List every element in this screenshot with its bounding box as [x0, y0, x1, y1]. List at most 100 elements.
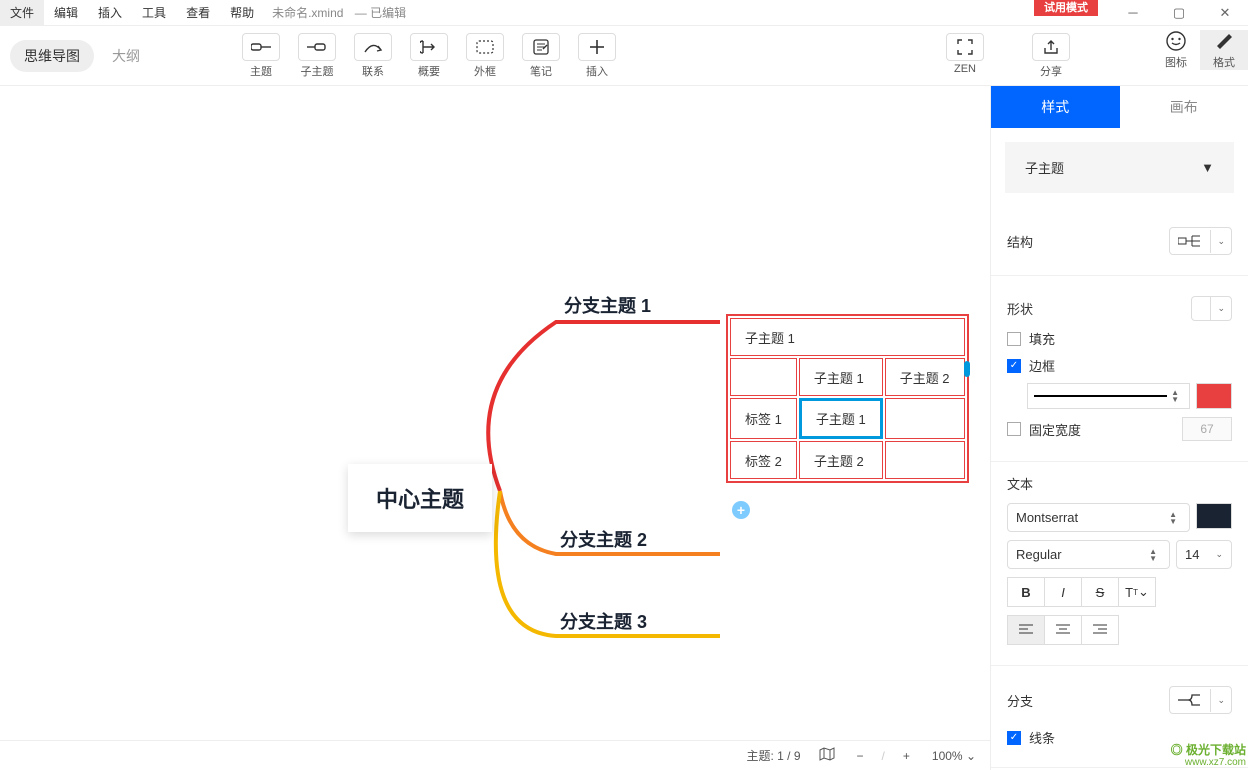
matrix-cell-1-2[interactable]	[885, 398, 965, 439]
topic-icon	[242, 33, 280, 61]
tool-boundary[interactable]: 外框	[458, 33, 512, 79]
document-title: 未命名.xmind — 已编辑	[264, 4, 406, 21]
branch-topic-3[interactable]: 分支主题 3	[560, 608, 647, 634]
zoom-level[interactable]: 100% ⌄	[928, 747, 980, 765]
text-color-swatch[interactable]	[1196, 503, 1232, 529]
text-section-label: 文本	[1007, 474, 1232, 493]
menu-insert[interactable]: 插入	[88, 0, 132, 26]
align-center-button[interactable]	[1044, 615, 1082, 645]
status-bar: 主题: 1 / 9 − / + 100% ⌄	[0, 740, 990, 770]
chevron-down-icon: ⌄	[1210, 230, 1231, 253]
tool-topic[interactable]: 主题	[234, 33, 288, 79]
border-checkbox[interactable]: ✓	[1007, 359, 1021, 373]
sidebar-tab-style[interactable]: 样式	[991, 86, 1120, 128]
bold-button[interactable]: B	[1007, 577, 1045, 607]
add-topic-button[interactable]: +	[732, 501, 750, 519]
zoom-in-button[interactable]: +	[899, 747, 914, 765]
window-minimize[interactable]: ─	[1110, 0, 1156, 26]
branch-topic-1[interactable]: 分支主题 1	[564, 292, 651, 318]
chevron-down-icon: ⌄	[1210, 297, 1231, 320]
tool-share[interactable]: 分享	[1024, 33, 1078, 79]
line-label: 线条	[1029, 728, 1055, 747]
matrix-cell-selected[interactable]: 子主题 1	[799, 398, 883, 439]
tool-marker[interactable]: 图标	[1152, 30, 1200, 70]
menu-help[interactable]: 帮助	[220, 0, 264, 26]
map-view-button[interactable]	[815, 745, 839, 766]
chevron-down-icon: ⌄	[1210, 689, 1231, 712]
tool-subtopic[interactable]: 子主题	[290, 33, 344, 79]
border-label: 边框	[1029, 356, 1055, 375]
structure-selector[interactable]: ⌄	[1169, 227, 1232, 255]
insert-icon	[578, 33, 616, 61]
matrix-cell-2-2[interactable]	[885, 441, 965, 479]
trial-mode-badge: 试用模式	[1034, 0, 1098, 16]
tab-outline[interactable]: 大纲	[98, 40, 154, 72]
font-weight-selector[interactable]: Regular▲▼	[1007, 540, 1170, 569]
sidebar-tab-canvas[interactable]: 画布	[1120, 86, 1248, 128]
menu-tools[interactable]: 工具	[132, 0, 176, 26]
tool-format[interactable]: 格式	[1200, 30, 1248, 70]
fill-label: 填充	[1029, 329, 1055, 348]
matrix-structure[interactable]: 子主题 1 子主题 1 子主题 2 标签 1 子主题 1 标签 2 子主题 2	[726, 314, 969, 483]
window-close[interactable]: ✕	[1202, 0, 1248, 26]
text-case-button[interactable]: TT ⌄	[1118, 577, 1156, 607]
boundary-icon	[466, 33, 504, 61]
shape-selector[interactable]: ⌄	[1191, 296, 1232, 321]
tool-relation[interactable]: 联系	[346, 33, 400, 79]
tool-insert[interactable]: 插入	[570, 33, 624, 79]
border-color-swatch[interactable]	[1196, 383, 1232, 409]
fixed-width-label: 固定宽度	[1029, 420, 1081, 439]
matrix-col-1[interactable]: 子主题 1	[799, 358, 883, 396]
matrix-col-2[interactable]: 子主题 2	[885, 358, 965, 396]
zen-icon	[946, 33, 984, 61]
central-topic[interactable]: 中心主题	[348, 464, 492, 532]
branch-style-selector[interactable]: ⌄	[1169, 686, 1232, 714]
summary-icon	[410, 33, 448, 61]
topic-type-selector[interactable]: 子主题 ▼	[1005, 142, 1234, 193]
format-panel: 样式 画布 子主题 ▼ 结构 ⌄ 形状 ⌄	[990, 86, 1248, 770]
matrix-cell-2-1[interactable]: 子主题 2	[799, 441, 883, 479]
subtopic-icon	[298, 33, 336, 61]
align-right-button[interactable]	[1081, 615, 1119, 645]
matrix-header[interactable]: 子主题 1	[730, 318, 965, 356]
align-left-button[interactable]	[1007, 615, 1045, 645]
doc-state: — 已编辑	[347, 6, 406, 20]
matrix-corner[interactable]	[730, 358, 797, 396]
matrix-row-2-label[interactable]: 标签 2	[730, 441, 797, 479]
italic-button[interactable]: I	[1044, 577, 1082, 607]
branch-topic-2[interactable]: 分支主题 2	[560, 526, 647, 552]
structure-label: 结构	[1007, 232, 1033, 251]
branch-label: 分支	[1007, 691, 1033, 710]
relation-icon	[354, 33, 392, 61]
menu-edit[interactable]: 编辑	[44, 0, 88, 26]
font-family-selector[interactable]: Montserrat▲▼	[1007, 503, 1190, 532]
tool-note[interactable]: 笔记	[514, 33, 568, 79]
marker-icon	[1165, 30, 1187, 52]
topic-type-label: 子主题	[1025, 158, 1064, 177]
panel-collapse-handle[interactable]	[964, 361, 970, 377]
structure-icon	[1170, 228, 1210, 254]
fixed-width-checkbox[interactable]	[1007, 422, 1021, 436]
format-icon	[1213, 30, 1235, 52]
mindmap-canvas[interactable]: 中心主题 分支主题 1 分支主题 2 分支主题 3 子主题 1 子主题 1 子主…	[0, 86, 990, 770]
shape-label: 形状	[1007, 299, 1033, 318]
matrix-row-1-label[interactable]: 标签 1	[730, 398, 797, 439]
tool-summary[interactable]: 概要	[402, 33, 456, 79]
zoom-out-button[interactable]: −	[853, 747, 868, 765]
dropdown-arrow-icon: ▼	[1201, 160, 1214, 175]
border-line-selector[interactable]: ▲▼	[1027, 383, 1190, 409]
fixed-width-input[interactable]	[1182, 417, 1232, 441]
tab-mindmap[interactable]: 思维导图	[10, 40, 94, 72]
share-icon	[1032, 33, 1070, 61]
fill-checkbox[interactable]	[1007, 332, 1021, 346]
strikethrough-button[interactable]: S	[1081, 577, 1119, 607]
tool-zen[interactable]: ZEN	[938, 33, 992, 79]
doc-name: 未命名.xmind	[272, 6, 343, 20]
note-icon	[522, 33, 560, 61]
branch-style-icon	[1170, 687, 1210, 713]
font-size-selector[interactable]: 14⌄	[1176, 540, 1232, 569]
line-checkbox[interactable]: ✓	[1007, 731, 1021, 745]
window-maximize[interactable]: ▢	[1156, 0, 1202, 26]
menu-view[interactable]: 查看	[176, 0, 220, 26]
menu-file[interactable]: 文件	[0, 0, 44, 26]
